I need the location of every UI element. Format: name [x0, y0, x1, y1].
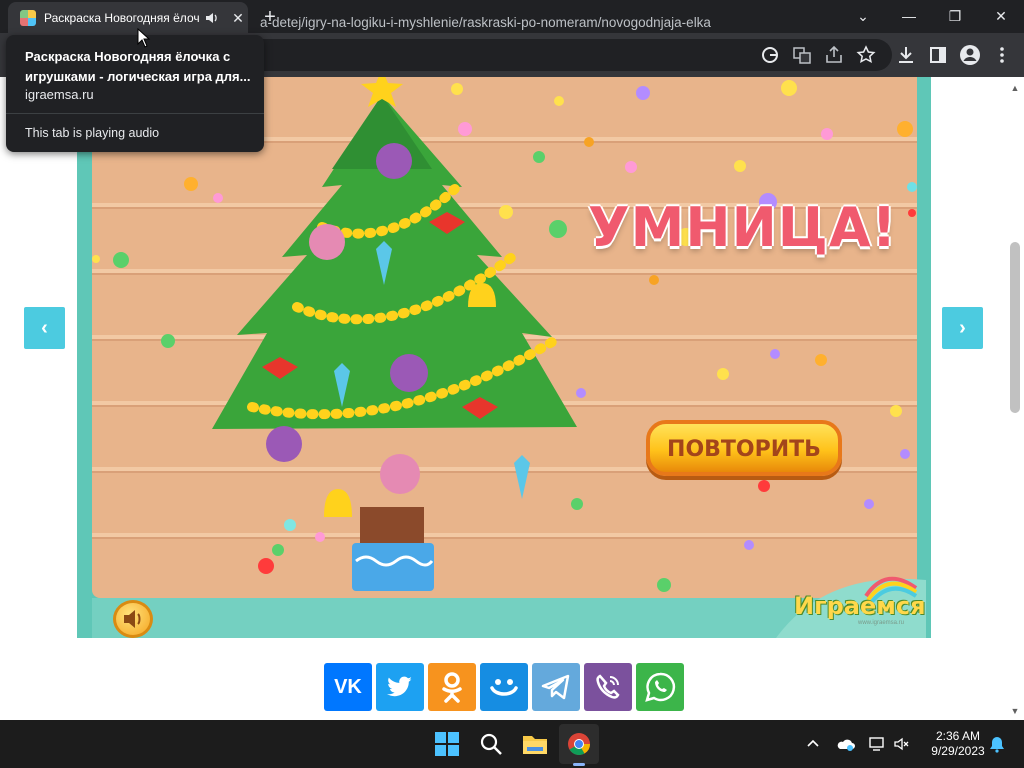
volume-muted-icon[interactable]: [893, 735, 911, 753]
translate-icon[interactable]: [790, 43, 814, 67]
confetti-layer: [92, 77, 917, 592]
scroll-down-icon[interactable]: ▼: [1008, 704, 1022, 718]
odnoklassniki-icon: [442, 672, 462, 703]
hover-card-audio-status: This tab is playing audio: [25, 126, 160, 140]
hover-card-divider: [6, 113, 264, 114]
mouse-cursor-icon: [137, 28, 151, 48]
tab-hover-card: Раскраска Новогодняя ёлочка с игрушками …: [6, 35, 264, 152]
share-icon[interactable]: [822, 43, 846, 67]
moimir-icon: [490, 679, 518, 696]
active-tab[interactable]: Раскраска Новогодняя ёлочка с игрушками …: [8, 2, 248, 33]
repeat-button[interactable]: ПОВТОРИТЬ: [646, 420, 842, 476]
share-viber-button[interactable]: [584, 663, 632, 711]
notification-bell-icon[interactable]: [988, 735, 1006, 753]
christmas-tree: [212, 77, 577, 591]
tab-search-icon[interactable]: ⌄: [840, 0, 886, 33]
whatsapp-icon: [645, 672, 676, 702]
side-panel-icon[interactable]: [926, 43, 950, 67]
share-twitter-button[interactable]: [376, 663, 424, 711]
close-window-button[interactable]: ✕: [978, 0, 1024, 33]
minimize-button[interactable]: —: [886, 0, 932, 33]
tab-close-icon[interactable]: ✕: [230, 10, 246, 26]
repeat-button-label: ПОВТОРИТЬ: [667, 437, 821, 462]
bookmark-star-icon[interactable]: [854, 43, 878, 67]
scroll-up-icon[interactable]: ▲: [1008, 81, 1022, 95]
network-icon[interactable]: [868, 735, 886, 753]
favicon-icon: [20, 10, 36, 26]
chevron-up-icon[interactable]: [805, 736, 821, 752]
tab-title: Раскраска Новогодняя ёлочка с игрушками …: [44, 11, 200, 25]
logo-text: Играемся: [794, 592, 926, 620]
next-arrow-button[interactable]: ›: [942, 307, 983, 349]
download-icon[interactable]: [894, 43, 918, 67]
share-moimir-button[interactable]: [480, 663, 528, 711]
restore-button[interactable]: ❐: [932, 0, 978, 33]
share-telegram-button[interactable]: [532, 663, 580, 711]
hover-card-title: Раскраска Новогодняя ёлочка с игрушками …: [25, 49, 251, 84]
viber-icon: [596, 674, 620, 699]
onedrive-icon[interactable]: [836, 735, 856, 753]
hover-card-domain: igraemsa.ru: [25, 87, 94, 102]
logo-url: www.igraemsa.ru: [858, 620, 905, 626]
windows-start-icon[interactable]: [429, 726, 465, 762]
profile-icon[interactable]: [958, 43, 982, 67]
share-vk-button[interactable]: VK: [324, 663, 372, 711]
speaker-icon[interactable]: [204, 10, 220, 26]
telegram-icon: [541, 674, 570, 700]
success-headline: УМНИЦА!: [588, 196, 898, 259]
google-lens-icon[interactable]: [758, 43, 782, 67]
vk-icon: VK: [334, 676, 362, 698]
share-odnoklassniki-button[interactable]: [428, 663, 476, 711]
url-text[interactable]: a-detej/igry-na-logiku-i-myshlenie/raskr…: [260, 15, 711, 30]
twitter-icon: [387, 676, 412, 697]
game-board[interactable]: [92, 77, 917, 598]
scroll-thumb[interactable]: [1010, 242, 1020, 413]
speaker-icon: [124, 610, 141, 628]
sound-toggle-button[interactable]: [113, 600, 153, 638]
chrome-icon[interactable]: [561, 726, 597, 762]
prev-arrow-button[interactable]: ‹: [24, 307, 65, 349]
share-whatsapp-button[interactable]: [636, 663, 684, 711]
file-explorer-icon[interactable]: [517, 726, 553, 762]
search-icon[interactable]: [473, 726, 509, 762]
menu-icon[interactable]: [990, 43, 1014, 67]
active-app-indicator: [573, 763, 585, 766]
